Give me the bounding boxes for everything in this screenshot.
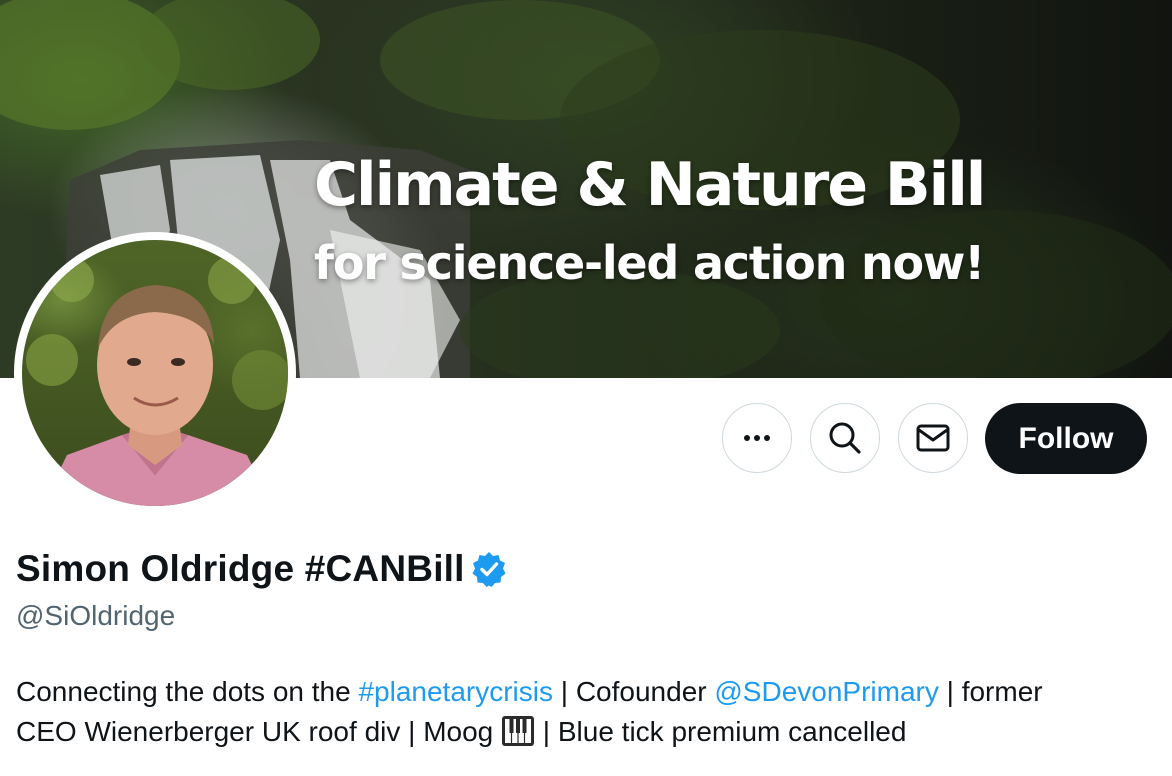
more-horizontal-icon xyxy=(744,435,770,441)
hashtag-link[interactable]: #planetarycrisis xyxy=(358,676,553,707)
avatar-photo xyxy=(22,240,288,506)
profile-bio: Connecting the dots on the #planetarycri… xyxy=(16,672,1166,752)
bio-text: Connecting the dots on the xyxy=(16,676,359,707)
verified-badge-icon[interactable] xyxy=(471,551,507,587)
search-icon xyxy=(829,422,861,454)
more-button[interactable] xyxy=(722,403,792,473)
follow-button[interactable]: Follow xyxy=(985,403,1147,474)
bio-text: | former xyxy=(938,676,1043,707)
search-button[interactable] xyxy=(810,403,880,473)
bio-text: | Cofounder xyxy=(553,676,715,707)
profile-avatar[interactable] xyxy=(14,232,296,514)
banner-title: Climate & Nature Bill xyxy=(314,150,986,220)
bio-text: | Blue tick premium cancelled xyxy=(535,716,907,747)
bio-line-1: Connecting the dots on the #planetarycri… xyxy=(16,672,1166,712)
profile-handle: @SiOldridge xyxy=(16,600,176,631)
bio-text: CEO Wienerberger UK roof div | Moog xyxy=(16,716,502,747)
bio-line-2: CEO Wienerberger UK roof div | Moog | Bl… xyxy=(16,712,1166,752)
message-button[interactable] xyxy=(898,403,968,473)
banner-subtitle: for science-led action now! xyxy=(314,236,985,290)
piano-keys-icon xyxy=(502,716,535,746)
profile-page: Climate & Nature Bill for science-led ac… xyxy=(0,0,1172,776)
display-name: Simon Oldridge #CANBill xyxy=(16,548,465,589)
profile-name-row: Simon Oldridge #CANBill xyxy=(16,548,507,590)
envelope-icon xyxy=(916,424,950,452)
mention-link[interactable]: @SDevonPrimary xyxy=(714,676,938,707)
